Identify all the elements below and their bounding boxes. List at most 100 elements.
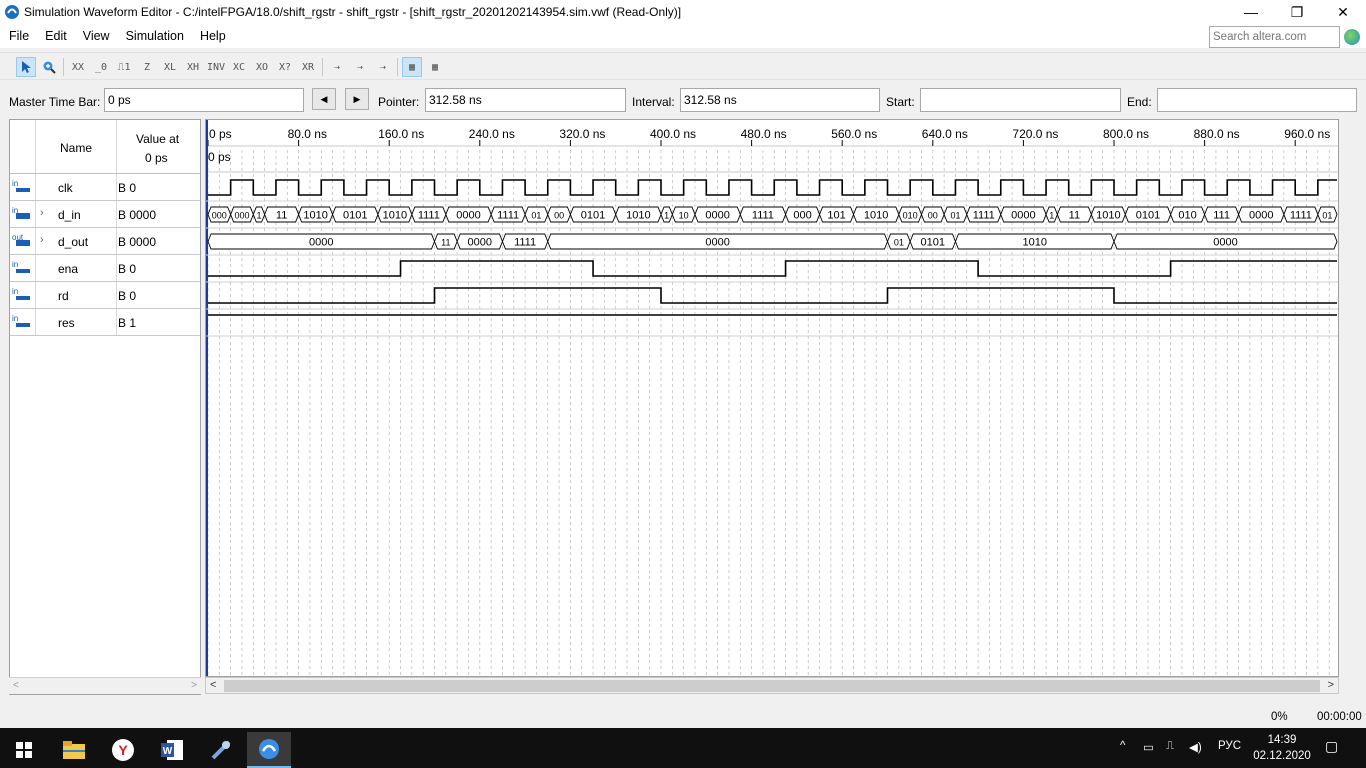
battery-icon[interactable]: ▭ — [1143, 740, 1154, 754]
grid-settings-icon[interactable]: ▦ — [425, 57, 445, 77]
d_in-value-label: 01 — [1322, 211, 1332, 221]
yandex-browser-icon[interactable]: Y — [101, 732, 145, 768]
d_out-value-label: 0000 — [309, 237, 333, 249]
signal-row-d_in[interactable]: in › d_in B 0000 — [10, 201, 200, 228]
language-indicator[interactable]: РУС — [1218, 740, 1241, 752]
clk-waveform — [208, 179, 1337, 196]
waveform-canvas[interactable]: 0 ps 80.0 ns 160.0 ns 240.0 ns 320.0 ns 400.0… — [206, 120, 1338, 676]
volume-icon[interactable]: ◀) — [1189, 740, 1202, 754]
menu-view[interactable]: View — [75, 24, 118, 48]
d_out-value-label: 11 — [441, 238, 450, 248]
expand-chevron-icon[interactable]: › — [40, 234, 44, 246]
snap-to-grid-icon[interactable]: ▦ — [402, 57, 422, 77]
waveform-scrollbar[interactable]: < > — [205, 677, 1339, 694]
time-bar: Master Time Bar: 0 ps ◀ ▶ Pointer: 312.5… — [0, 86, 1366, 116]
value-column-header: Value at — [136, 132, 180, 146]
weak-low-icon[interactable]: XH — [183, 57, 203, 77]
zoom-tool-icon[interactable] — [39, 57, 59, 77]
d_out-value-label: 0000 — [468, 237, 492, 249]
interval-field[interactable]: 312.58 ns — [680, 88, 880, 112]
globe-icon[interactable] — [1344, 29, 1360, 45]
time-tick-label: 400.0 ns — [650, 127, 696, 141]
d_in-value-label: 11 — [276, 210, 287, 222]
taskbar-clock[interactable]: 14:39 02.12.2020 — [1250, 732, 1314, 764]
toolbar: XX _0 ⎍1 Z XL XH INV XC XO X? XR ⇢ ⇢ ⇢ ▦… — [0, 52, 1366, 80]
scrollbar-thumb[interactable] — [224, 680, 1320, 692]
d_in-value-label: 1010 — [1096, 210, 1120, 222]
d_in-value-label: 000 — [234, 211, 249, 221]
next-transition-button[interactable]: ▶ — [345, 88, 369, 110]
signal-value: B 0 — [118, 289, 137, 303]
signal-list-scrollbar[interactable]: < > — [9, 677, 201, 694]
quartus-app-icon — [5, 5, 19, 19]
menu-bar: File Edit View Simulation Help — [0, 24, 1366, 48]
d_in-value-label: 010 — [903, 211, 918, 221]
network-icon[interactable]: ⎍ — [1166, 740, 1174, 753]
forcing-zero-icon[interactable]: Z — [137, 57, 157, 77]
pointer-field[interactable]: 312.58 ns — [425, 88, 626, 112]
prev-transition-button[interactable]: ◀ — [312, 88, 336, 110]
node-tool-icon[interactable]: XX — [68, 57, 88, 77]
minimize-button[interactable]: — — [1228, 0, 1274, 24]
signal-value: B 0000 — [118, 235, 157, 249]
d_in-value-label: 0000 — [705, 210, 729, 222]
time-tick-label: 480.0 ns — [741, 127, 787, 141]
weak-high-icon[interactable]: INV — [206, 57, 226, 77]
clock-time: 14:39 — [1267, 734, 1297, 746]
progress-percent: 0% — [1271, 711, 1288, 723]
scroll-left-icon[interactable]: < — [13, 680, 19, 691]
invert-value-icon[interactable]: XC — [229, 57, 249, 77]
menu-file[interactable]: File — [1, 24, 37, 48]
time-tick-label: 0 ps — [209, 127, 232, 141]
menu-simulation[interactable]: Simulation — [118, 24, 192, 48]
search-input[interactable]: Search altera.com — [1209, 26, 1340, 48]
signal-row-res[interactable]: in res B 1 — [10, 309, 200, 336]
forcing-high-icon[interactable]: ⎍1 — [114, 57, 134, 77]
quartus-icon[interactable] — [247, 732, 291, 768]
signal-name: res — [58, 316, 75, 330]
status-bar: 0% 00:00:00 — [0, 705, 1366, 727]
close-button[interactable]: ✕ — [1320, 0, 1366, 24]
d_out-value-label: 01 — [894, 238, 904, 248]
file-explorer-icon[interactable] — [52, 732, 96, 768]
quartus-programmer-icon[interactable] — [199, 732, 243, 768]
scroll-right-icon[interactable]: > — [191, 680, 197, 691]
start-field[interactable] — [920, 88, 1121, 112]
value-column-time: 0 ps — [145, 151, 168, 165]
scroll-left-icon[interactable]: < — [210, 679, 216, 691]
tray-expand-icon[interactable]: ^ — [1120, 740, 1125, 752]
time-tick-label: 80.0 ns — [288, 127, 327, 141]
signal-row-clk[interactable]: in clk B 0 — [10, 174, 200, 201]
pointer-tool-icon[interactable] — [16, 57, 36, 77]
end-field[interactable] — [1157, 88, 1357, 112]
signal-row-d_out[interactable]: out › d_out B 0000 — [10, 228, 200, 255]
signal-row-rd[interactable]: in rd B 0 — [10, 282, 200, 309]
scroll-right-icon[interactable]: > — [1328, 679, 1334, 691]
d_in-value-label: 1010 — [303, 210, 327, 222]
random-value-icon[interactable]: XR — [298, 57, 318, 77]
invert-icon[interactable]: XL — [160, 57, 180, 77]
d_in-value-label: 1010 — [864, 210, 888, 222]
signal-name: clk — [58, 181, 73, 195]
notifications-icon[interactable]: ▢ — [1325, 738, 1338, 755]
word-icon[interactable]: W — [150, 732, 194, 768]
menu-help[interactable]: Help — [192, 24, 234, 48]
signal-name: d_out — [58, 235, 89, 249]
signal-row-ena[interactable]: in ena B 0 — [10, 255, 200, 282]
clock-value-icon[interactable]: X? — [275, 57, 295, 77]
maximize-button[interactable]: ❐ — [1274, 0, 1320, 24]
elapsed-time: 00:00:00 — [1317, 711, 1362, 723]
snap-back-icon[interactable]: ⇢ — [350, 57, 370, 77]
master-time-bar-field[interactable]: 0 ps — [104, 88, 304, 112]
arbitrary-value-icon[interactable]: ⇢ — [327, 57, 347, 77]
waveform-pane[interactable]: 0 ps 80.0 ns 160.0 ns 240.0 ns 320.0 ns 400.0… — [205, 119, 1339, 677]
menu-edit[interactable]: Edit — [37, 24, 75, 48]
name-column-header: Name — [60, 141, 93, 155]
time-tick-label: 880.0 ns — [1194, 127, 1240, 141]
signal-value: B 1 — [118, 316, 137, 330]
snap-forward-icon[interactable]: ⇢ — [373, 57, 393, 77]
count-value-icon[interactable]: XO — [252, 57, 272, 77]
start-icon[interactable] — [2, 732, 46, 768]
expand-chevron-icon[interactable]: › — [40, 207, 44, 219]
forcing-low-icon[interactable]: _0 — [91, 57, 111, 77]
